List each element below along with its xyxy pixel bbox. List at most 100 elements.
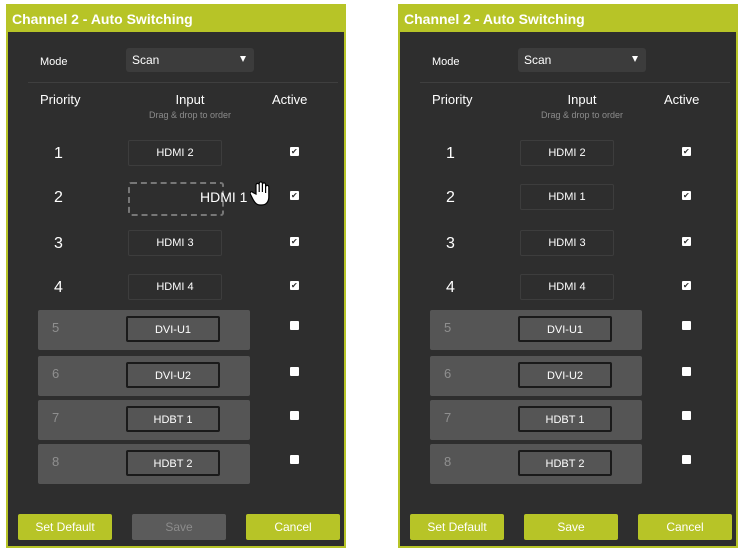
active-checkbox[interactable] bbox=[290, 321, 299, 330]
active-checkbox[interactable] bbox=[682, 411, 691, 420]
mode-label: Mode bbox=[432, 56, 460, 68]
dragged-input-label[interactable]: HDMI 1 bbox=[200, 189, 247, 205]
priority-number: 5 bbox=[52, 320, 60, 335]
priority-number: 3 bbox=[446, 235, 455, 252]
auto-switching-panel-right: Channel 2 - Auto Switching Mode Scan Pri… bbox=[398, 4, 738, 548]
input-slot[interactable]: HDBT 1 bbox=[126, 406, 220, 432]
input-slot[interactable]: DVI-U1 bbox=[126, 316, 220, 342]
set-default-button[interactable]: Set Default bbox=[18, 514, 112, 540]
checkmark-icon: ✔ bbox=[683, 281, 690, 290]
priority-number: 1 bbox=[446, 145, 455, 162]
set-default-button[interactable]: Set Default bbox=[410, 514, 504, 540]
priority-header: Priority bbox=[432, 92, 473, 107]
priority-row: 6 DVI-U2 bbox=[38, 356, 299, 396]
save-button[interactable]: Save bbox=[132, 514, 226, 540]
input-name: HDMI 1 bbox=[548, 191, 586, 203]
priority-number: 2 bbox=[446, 189, 455, 206]
input-slot[interactable]: HDMI 4 bbox=[128, 274, 222, 300]
active-checkbox[interactable]: ✔ bbox=[682, 237, 691, 246]
input-name: HDMI 4 bbox=[156, 281, 194, 293]
input-slot[interactable]: HDBT 2 bbox=[126, 450, 220, 476]
input-slot[interactable]: HDMI 2 bbox=[128, 140, 222, 166]
active-checkbox[interactable]: ✔ bbox=[290, 191, 299, 200]
input-slot[interactable]: DVI-U1 bbox=[518, 316, 612, 342]
active-checkbox[interactable]: ✔ bbox=[290, 237, 299, 246]
input-slot[interactable]: DVI-U2 bbox=[126, 362, 220, 388]
active-checkbox[interactable]: ✔ bbox=[290, 147, 299, 156]
save-button[interactable]: Save bbox=[524, 514, 618, 540]
input-name: DVI-U2 bbox=[154, 370, 192, 382]
input-name: HDMI 2 bbox=[156, 147, 194, 159]
panel-title: Channel 2 - Auto Switching bbox=[404, 11, 585, 27]
mode-select[interactable]: Scan bbox=[126, 48, 254, 72]
input-slot[interactable]: HDBT 1 bbox=[518, 406, 612, 432]
input-slot[interactable]: HDMI 3 bbox=[520, 230, 614, 256]
input-hint: Drag & drop to order bbox=[148, 110, 232, 120]
priority-row: 1 HDMI 2 ✔ bbox=[432, 136, 712, 176]
active-header: Active bbox=[664, 92, 700, 107]
priority-row: 2 HDMI 1 ✔ bbox=[40, 180, 320, 220]
priority-row: 7 HDBT 1 bbox=[38, 400, 299, 440]
input-name: HDMI 4 bbox=[548, 281, 586, 293]
priority-number: 4 bbox=[54, 279, 63, 296]
input-name: DVI-U2 bbox=[546, 370, 584, 382]
priority-number: 7 bbox=[444, 410, 452, 425]
active-checkbox[interactable] bbox=[290, 367, 299, 376]
active-checkbox[interactable]: ✔ bbox=[682, 191, 691, 200]
grab-hand-icon bbox=[249, 181, 272, 212]
checkmark-icon: ✔ bbox=[683, 237, 690, 246]
priority-number: 7 bbox=[52, 410, 60, 425]
input-slot[interactable]: HDMI 3 bbox=[128, 230, 222, 256]
mode-label: Mode bbox=[40, 56, 68, 68]
priority-number: 3 bbox=[54, 235, 63, 252]
input-slot[interactable]: HDBT 2 bbox=[518, 450, 612, 476]
active-checkbox[interactable] bbox=[290, 455, 299, 464]
cancel-button[interactable]: Cancel bbox=[638, 514, 732, 540]
active-checkbox[interactable] bbox=[682, 321, 691, 330]
input-slot[interactable]: HDMI 1 bbox=[520, 184, 614, 210]
cancel-button[interactable]: Cancel bbox=[246, 514, 340, 540]
title-bar: Channel 2 - Auto Switching bbox=[400, 6, 736, 32]
input-name: HDBT 1 bbox=[153, 414, 193, 426]
checkmark-icon: ✔ bbox=[683, 191, 690, 200]
panel-title: Channel 2 - Auto Switching bbox=[12, 11, 193, 27]
divider bbox=[420, 82, 730, 83]
active-checkbox[interactable] bbox=[682, 367, 691, 376]
input-slot[interactable]: HDMI 2 bbox=[520, 140, 614, 166]
active-header: Active bbox=[272, 92, 308, 107]
priority-row: 3 HDMI 3 ✔ bbox=[40, 226, 320, 266]
input-header: Input bbox=[567, 92, 597, 107]
priority-row: 4 HDMI 4 ✔ bbox=[432, 270, 712, 310]
active-checkbox[interactable]: ✔ bbox=[290, 281, 299, 290]
input-slot[interactable]: HDMI 4 bbox=[520, 274, 614, 300]
priority-row: 8 HDBT 2 bbox=[38, 444, 299, 484]
mode-select[interactable]: Scan bbox=[518, 48, 646, 72]
priority-number: 1 bbox=[54, 145, 63, 162]
priority-number: 6 bbox=[52, 366, 60, 381]
auto-switching-panel-left: Channel 2 - Auto Switching Mode Scan Pri… bbox=[6, 4, 346, 548]
priority-row: 5 DVI-U1 bbox=[430, 310, 691, 350]
checkmark-icon: ✔ bbox=[683, 147, 690, 156]
mode-value: Scan bbox=[132, 53, 160, 67]
active-checkbox[interactable]: ✔ bbox=[682, 281, 691, 290]
input-slot[interactable]: DVI-U2 bbox=[518, 362, 612, 388]
priority-number: 4 bbox=[446, 279, 455, 296]
priority-row: 3 HDMI 3 ✔ bbox=[432, 226, 712, 266]
title-bar: Channel 2 - Auto Switching bbox=[8, 6, 344, 32]
priority-header: Priority bbox=[40, 92, 81, 107]
input-hint: Drag & drop to order bbox=[540, 110, 624, 120]
input-name: HDMI 2 bbox=[548, 147, 586, 159]
priority-row: 1 HDMI 2 ✔ bbox=[40, 136, 320, 176]
checkmark-icon: ✔ bbox=[291, 191, 298, 200]
priority-number: 6 bbox=[444, 366, 452, 381]
mode-value: Scan bbox=[524, 53, 552, 67]
active-checkbox[interactable]: ✔ bbox=[682, 147, 691, 156]
active-checkbox[interactable] bbox=[682, 455, 691, 464]
checkmark-icon: ✔ bbox=[291, 237, 298, 246]
active-checkbox[interactable] bbox=[290, 411, 299, 420]
dropdown-caret-icon bbox=[240, 56, 246, 62]
priority-row: 4 HDMI 4 ✔ bbox=[40, 270, 320, 310]
input-name: HDBT 2 bbox=[545, 458, 585, 470]
input-name: DVI-U1 bbox=[546, 324, 584, 336]
input-header: Input bbox=[175, 92, 205, 107]
